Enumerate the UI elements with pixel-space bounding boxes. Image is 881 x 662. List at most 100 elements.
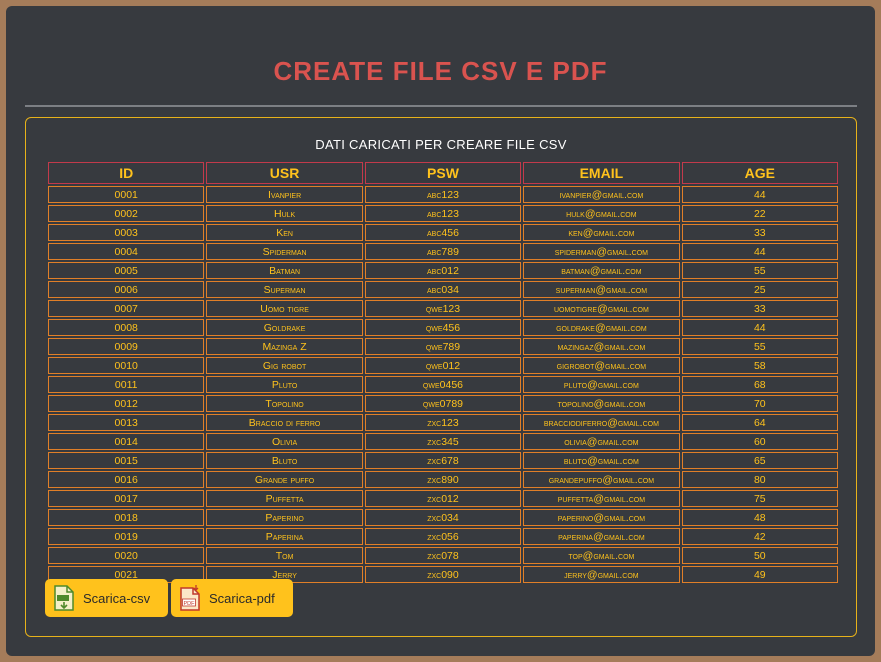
cell-age: 48 xyxy=(681,509,838,526)
cell-email: bluto@gmail.com xyxy=(523,452,680,469)
cell-psw: zxc345 xyxy=(364,433,522,450)
table-row: 0012 Topolino qwe0789 topolino@gmail.com 70 xyxy=(48,395,838,412)
cell-usr: Ivanpier xyxy=(206,186,363,203)
cell-age: 50 xyxy=(681,547,838,564)
cell-usr: Bluto xyxy=(206,452,363,469)
column-header-email: EMAIL xyxy=(523,162,680,184)
table-row: 0001 Ivanpier abc123 ivanpier@gmail.com 44 xyxy=(48,186,838,203)
cell-age: 80 xyxy=(681,471,838,488)
download-pdf-label: Scarica-pdf xyxy=(209,590,275,606)
cell-usr: Spiderman xyxy=(206,243,363,260)
cell-usr: Paperino xyxy=(206,509,363,526)
cell-id: 0006 xyxy=(48,281,205,298)
cell-id: 0017 xyxy=(48,490,205,507)
cell-email: paperina@gmail.com xyxy=(523,528,680,545)
cell-age: 44 xyxy=(681,186,838,203)
cell-usr: Ken xyxy=(206,224,363,241)
column-header-id: ID xyxy=(48,162,205,184)
cell-psw: qwe456 xyxy=(364,319,522,336)
cell-id: 0019 xyxy=(48,528,205,545)
cell-psw: qwe0789 xyxy=(364,395,522,412)
cell-email: topolino@gmail.com xyxy=(523,395,680,412)
cell-usr: Pluto xyxy=(206,376,363,393)
cell-email: grandepuffo@gmail.com xyxy=(523,471,680,488)
cell-age: 55 xyxy=(681,262,838,279)
cell-email: bracciodiferro@gmail.com xyxy=(523,414,680,431)
cell-usr: Grande puffo xyxy=(206,471,363,488)
column-header-psw: PSW xyxy=(364,162,522,184)
cell-email: paperino@gmail.com xyxy=(523,509,680,526)
table-body: 0001 Ivanpier abc123 ivanpier@gmail.com 44 00… xyxy=(48,186,838,583)
cell-id: 0014 xyxy=(48,433,205,450)
cell-usr: Uomo tigre xyxy=(206,300,363,317)
table-row: 0020 Tom zxc078 top@gmail.com 50 xyxy=(48,547,838,564)
table-row: 0008 Goldrake qwe456 goldrake@gmail.com 44 xyxy=(48,319,838,336)
cell-age: 44 xyxy=(681,319,838,336)
download-csv-label: Scarica-csv xyxy=(83,590,151,606)
cell-psw: abc789 xyxy=(364,243,522,260)
cell-email: gigrobot@gmail.com xyxy=(523,357,680,374)
page-title: CREATE FILE CSV E PDF xyxy=(273,56,608,86)
table-row: 0010 Gig robot qwe012 gigrobot@gmail.com 58 xyxy=(48,357,838,374)
cell-email: spiderman@gmail.com xyxy=(523,243,680,260)
app-window: CREATE FILE CSV E PDF DATI CARICATI PER … xyxy=(6,6,875,656)
table-row: 0009 Mazinga Zqwe789 mazingaz@gmail.com 55 xyxy=(48,338,838,355)
cell-id: 0011 xyxy=(48,376,205,393)
cell-email: top@gmail.com xyxy=(523,547,680,564)
table-row: 0016 Grande puffo zxc890 grandepuffo@gmail.… xyxy=(48,471,838,488)
cell-age: 65 xyxy=(681,452,838,469)
cell-age: 58 xyxy=(681,357,838,374)
column-header-usr: USR xyxy=(206,162,363,184)
download-pdf-button[interactable]: PDF Scarica-pdf xyxy=(171,579,293,617)
cell-id: 0005 xyxy=(48,262,205,279)
cell-age: 70 xyxy=(681,395,838,412)
cell-age: 25 xyxy=(681,281,838,298)
pdf-file-icon: PDF xyxy=(180,585,200,611)
cell-id: 0013 xyxy=(48,414,205,431)
cell-email: hulk@gmail.com xyxy=(523,205,680,222)
cell-psw: abc034 xyxy=(364,281,522,298)
table-row: 0002 Hulk abc123 hulk@gmail.com 22 xyxy=(48,205,838,222)
cell-psw: qwe123 xyxy=(364,300,522,317)
table-row: 0005 Batman abc012 batman@gmail.com 55 xyxy=(48,262,838,279)
data-panel: DATI CARICATI PER CREARE FILE CSV ID USR… xyxy=(25,117,857,637)
cell-usr: Goldrake xyxy=(206,319,363,336)
title-divider xyxy=(25,105,857,107)
cell-email: pluto@gmail.com xyxy=(523,376,680,393)
csv-file-icon xyxy=(54,585,74,611)
cell-id: 0003 xyxy=(48,224,205,241)
cell-psw: zxc678 xyxy=(364,452,522,469)
cell-age: 75 xyxy=(681,490,838,507)
cell-usr: Superman xyxy=(206,281,363,298)
cell-email: jerry@gmail.com xyxy=(523,566,680,583)
cell-psw: abc123 xyxy=(364,205,522,222)
cell-id: 0012 xyxy=(48,395,205,412)
cell-usr: Puffetta xyxy=(206,490,363,507)
cell-email: olivia@gmail.com xyxy=(523,433,680,450)
cell-usr: Tom xyxy=(206,547,363,564)
cell-usr: Batman xyxy=(206,262,363,279)
cell-age: 44 xyxy=(681,243,838,260)
table-row: 0014 Olivia zxc345 olivia@gmail.com 60 xyxy=(48,433,838,450)
cell-email: mazingaz@gmail.com xyxy=(523,338,680,355)
cell-psw: abc123 xyxy=(364,186,522,203)
cell-id: 0004 xyxy=(48,243,205,260)
cell-age: 60 xyxy=(681,433,838,450)
cell-psw: qwe012 xyxy=(364,357,522,374)
cell-age: 33 xyxy=(681,224,838,241)
table-row: 0013 Braccio di ferro zxc123 bracciodiferro… xyxy=(48,414,838,431)
cell-id: 0018 xyxy=(48,509,205,526)
download-csv-button[interactable]: Scarica-csv xyxy=(45,579,168,617)
cell-email: ivanpier@gmail.com xyxy=(523,186,680,203)
cell-email: ken@gmail.com xyxy=(523,224,680,241)
cell-psw: zxc123 xyxy=(364,414,522,431)
table-row: 0017 Puffetta zxc012 puffetta@gmail.com 75 xyxy=(48,490,838,507)
table-row: 0011 Pluto qwe0456 pluto@gmail.com 68 xyxy=(48,376,838,393)
data-table: ID USR PSW EMAIL AGE 0001 Ivanpier abc123 i… xyxy=(46,160,840,585)
cell-id: 0008 xyxy=(48,319,205,336)
cell-id: 0010 xyxy=(48,357,205,374)
cell-psw: abc456 xyxy=(364,224,522,241)
cell-id: 0016 xyxy=(48,471,205,488)
cell-age: 68 xyxy=(681,376,838,393)
cell-email: puffetta@gmail.com xyxy=(523,490,680,507)
